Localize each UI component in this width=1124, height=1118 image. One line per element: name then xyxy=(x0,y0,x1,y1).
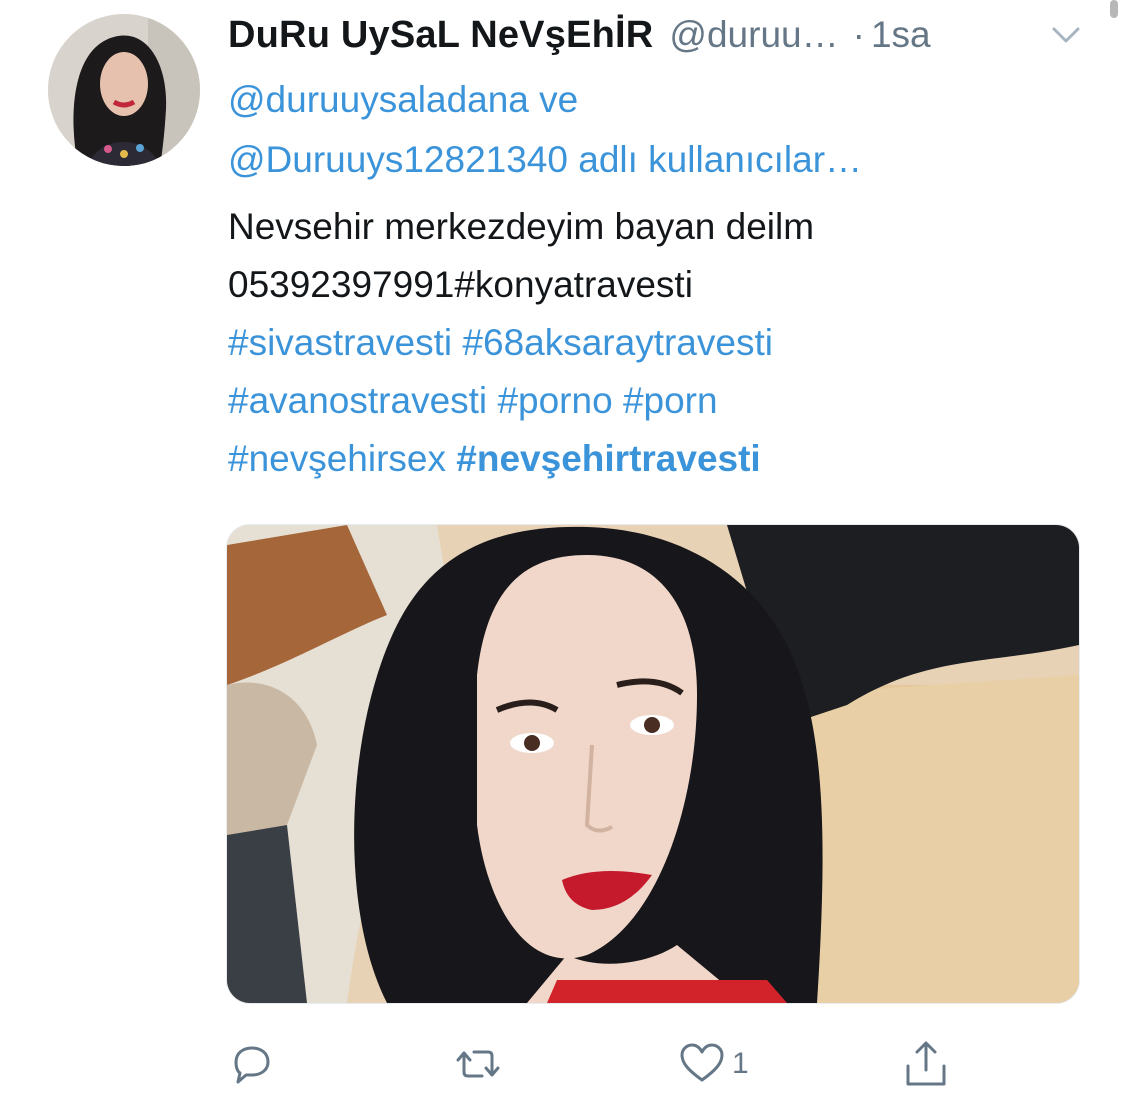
timestamp[interactable]: 1sa xyxy=(871,14,931,56)
like-count: 1 xyxy=(732,1047,749,1080)
separator-dot: · xyxy=(852,14,865,55)
heart-icon xyxy=(680,1043,724,1082)
scroll-indicator[interactable] xyxy=(1110,0,1118,18)
hashtag-link[interactable]: #68aksaraytravesti xyxy=(462,322,773,363)
hashtag-line: #sivastravesti #68aksaraytravesti xyxy=(228,314,1088,372)
display-name[interactable]: DuRu UySaL NeVşEhİR xyxy=(228,14,653,57)
share-button[interactable] xyxy=(902,1036,950,1092)
tweet-header: DuRu UySaL NeVşEhİR @duruu… · 1sa xyxy=(228,10,1088,60)
hashtag-link[interactable]: #porn xyxy=(623,380,718,421)
tweet-text-line: Nevsehir merkezdeyim bayan deilm xyxy=(228,206,815,247)
hashtag-line: #nevşehirsex #nevşehirtravesti xyxy=(228,430,1088,488)
hashtag-link[interactable]: #avanostravesti xyxy=(228,380,487,421)
reply-button[interactable] xyxy=(228,1036,276,1092)
hashtag-link[interactable]: #sivastravesti xyxy=(228,322,452,363)
chevron-down-icon[interactable] xyxy=(1046,14,1086,54)
reply-context-line[interactable]: @Duruuys12821340 adlı kullanıcılar… xyxy=(228,130,1088,190)
user-handle[interactable]: @duruu… xyxy=(669,14,838,56)
tweet-text-line: 05392397991#konyatravesti xyxy=(228,264,693,305)
hashtag-link-highlighted[interactable]: #nevşehirtravesti xyxy=(456,438,760,479)
tweet-media-photo[interactable] xyxy=(226,524,1080,1004)
retweet-icon xyxy=(456,1050,500,1078)
tweet[interactable]: DuRu UySaL NeVşEhİR @duruu… · 1sa @duruu… xyxy=(0,0,1124,1118)
share-icon xyxy=(906,1041,946,1086)
hashtag-line: #avanostravesti #porno #porn xyxy=(228,372,1088,430)
hashtag-link[interactable]: #porno xyxy=(497,380,612,421)
hashtag-link[interactable]: #nevşehirsex xyxy=(228,438,446,479)
reply-context-line[interactable]: @duruuysaladana ve xyxy=(228,70,1088,130)
like-button[interactable]: 1 xyxy=(678,1036,749,1092)
avatar-image xyxy=(48,14,200,166)
reply-icon xyxy=(234,1046,270,1084)
tweet-text: Nevsehir merkezdeyim bayan deilm 0539239… xyxy=(228,198,1088,488)
tweet-actions: 1 xyxy=(228,1036,1088,1092)
reply-context[interactable]: @duruuysaladana ve @Duruuys12821340 adlı… xyxy=(228,70,1088,190)
photo-image xyxy=(227,525,1079,1003)
retweet-button[interactable] xyxy=(454,1036,502,1092)
avatar[interactable] xyxy=(48,14,200,166)
